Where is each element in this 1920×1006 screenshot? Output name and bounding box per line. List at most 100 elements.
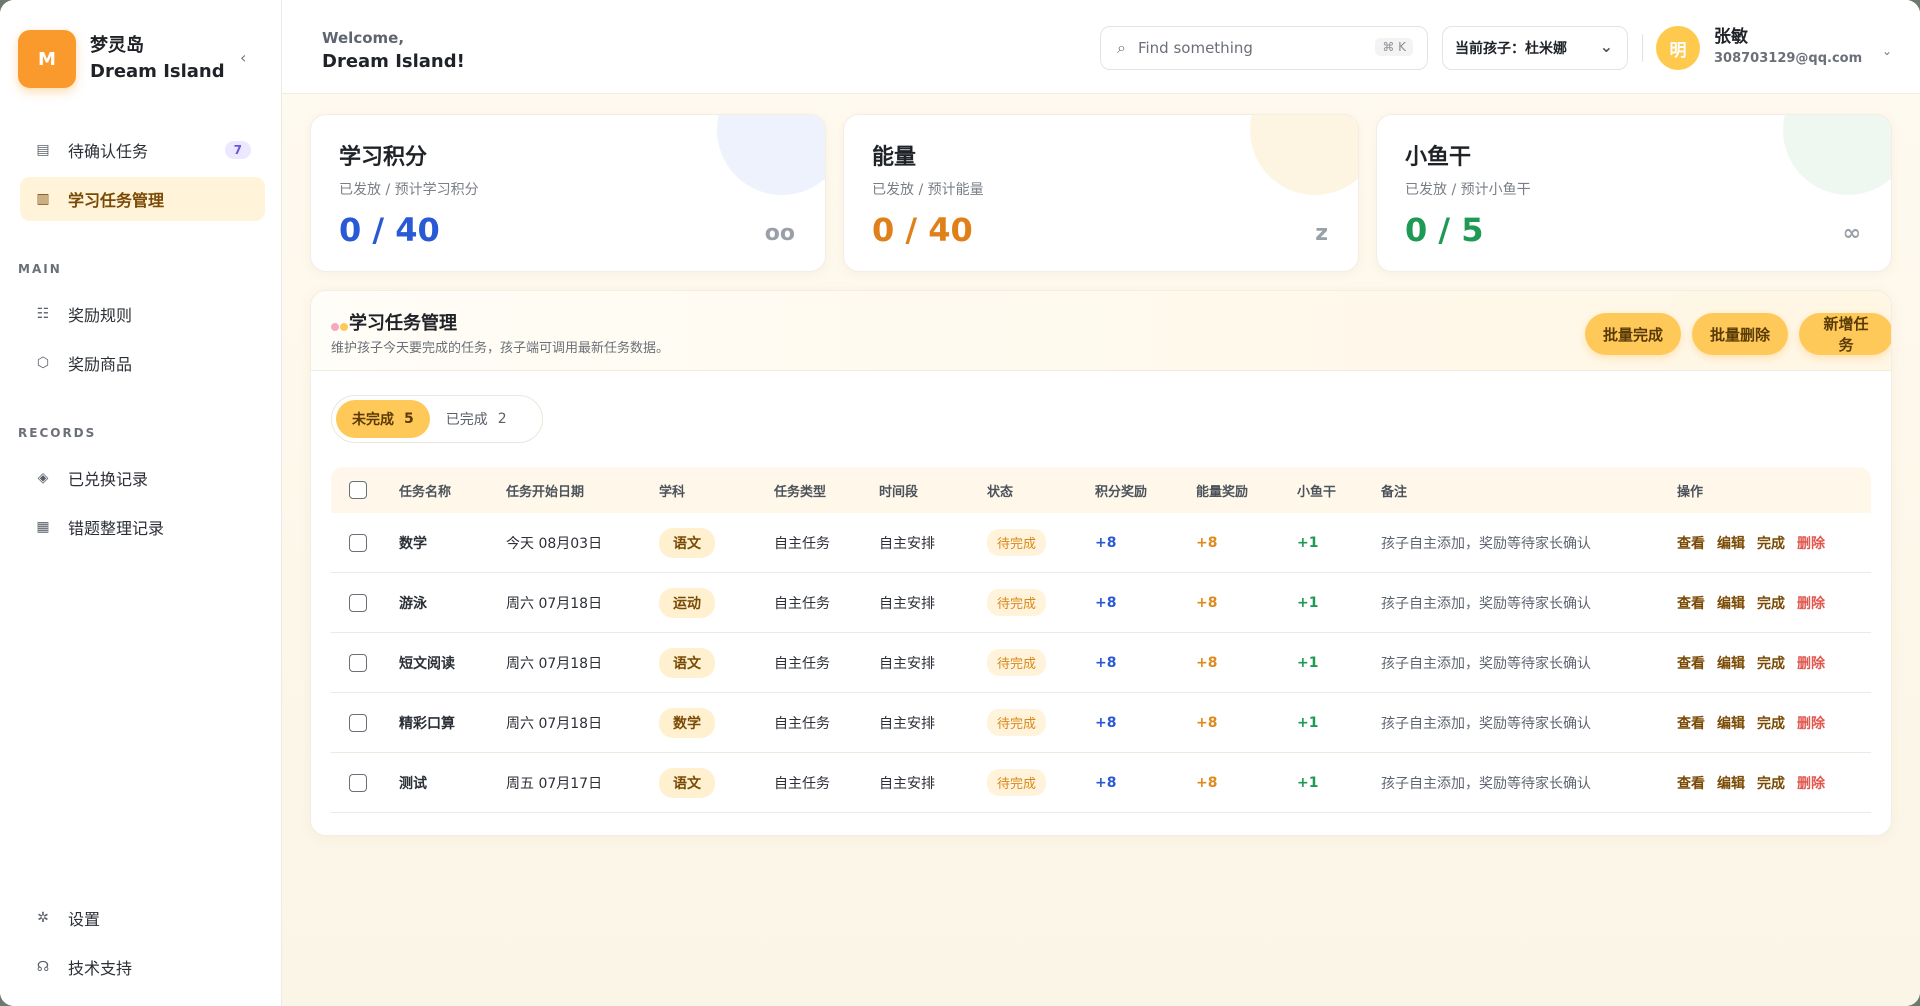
complete-button[interactable]: 完成 — [1757, 533, 1785, 553]
task-type: 自主任务 — [774, 775, 830, 792]
batch-delete-button[interactable]: 批量删除 — [1692, 313, 1789, 355]
tab-label: 未完成 — [352, 412, 394, 428]
tab-incomplete[interactable]: 未完成 5 — [336, 400, 430, 438]
status-badge: 待完成 — [987, 649, 1047, 676]
sidebar-item-mistake-records[interactable]: ▦ 错题整理记录 — [20, 505, 265, 549]
edit-button[interactable]: 编辑 — [1717, 713, 1745, 733]
table-row[interactable]: 短文阅读 周六 07月18日 语文 自主任务 自主安排 待完成 +8 +8 +1… — [331, 633, 1871, 693]
search-box[interactable]: ⌕ ⌘ K — [1100, 26, 1428, 70]
row-actions: 查看 编辑 完成 删除 — [1677, 513, 1837, 572]
complete-button[interactable]: 完成 — [1757, 653, 1785, 673]
sidebar-item-settings[interactable]: ✲ 设置 — [20, 896, 265, 940]
subject-tag: 数学 — [659, 707, 715, 738]
title-dots-icon — [331, 317, 349, 335]
task-period: 自主安排 — [879, 715, 935, 732]
add-task-button[interactable]: 新增任务 — [1799, 313, 1891, 355]
sidebar-item-redeemed-records[interactable]: ◈ 已兑换记录 — [20, 456, 265, 500]
sidebar-item-label: 设置 — [68, 910, 101, 929]
edit-button[interactable]: 编辑 — [1717, 773, 1745, 793]
stat-title: 学习积分 — [339, 145, 428, 170]
points-reward: +8 — [1095, 594, 1117, 611]
row-actions: 查看 编辑 完成 删除 — [1677, 693, 1837, 752]
user-info[interactable]: 张敏 308703129@qq.com — [1714, 26, 1862, 70]
sidebar-item-reward-rules[interactable]: ☷ 奖励规则 — [20, 292, 265, 336]
delete-button[interactable]: 删除 — [1797, 773, 1825, 793]
table-header: 任务名称 任务开始日期 学科 任务类型 时间段 状态 积分奖励 能量奖励 小鱼干… — [331, 467, 1871, 513]
stat-value: 0 / 5 — [1405, 211, 1484, 249]
section-label-main: MAIN — [18, 262, 62, 276]
edit-button[interactable]: 编辑 — [1717, 593, 1745, 613]
delete-button[interactable]: 删除 — [1797, 533, 1825, 553]
subject-tag: 运动 — [659, 587, 715, 618]
section-label-records: RECORDS — [18, 426, 97, 440]
sidebar-item-reward-products[interactable]: ⬡ 奖励商品 — [20, 341, 265, 385]
view-button[interactable]: 查看 — [1677, 773, 1705, 793]
delete-button[interactable]: 删除 — [1797, 593, 1825, 613]
status-tabs: 未完成 5 已完成 2 — [331, 395, 543, 443]
energy-reward: +8 — [1196, 534, 1218, 551]
task-note: 孩子自主添加，奖励等待家长确认 — [1381, 655, 1591, 672]
task-name: 精彩口算 — [399, 715, 455, 732]
select-all-checkbox[interactable] — [349, 481, 367, 499]
complete-button[interactable]: 完成 — [1757, 593, 1785, 613]
task-note: 孩子自主添加，奖励等待家长确认 — [1381, 715, 1591, 732]
status-badge: 待完成 — [987, 709, 1047, 736]
tab-count: 5 — [404, 411, 414, 427]
current-child-select[interactable]: 当前孩子：杜米娜 ⌄ — [1442, 26, 1628, 70]
row-checkbox[interactable] — [349, 653, 367, 672]
column-header: 备注 — [1381, 484, 1408, 500]
batch-complete-button[interactable]: 批量完成 — [1585, 313, 1682, 355]
user-menu-chevron-icon[interactable]: ⌄ — [1882, 44, 1892, 58]
edit-button[interactable]: 编辑 — [1717, 533, 1745, 553]
view-button[interactable]: 查看 — [1677, 593, 1705, 613]
view-button[interactable]: 查看 — [1677, 713, 1705, 733]
table-row[interactable]: 测试 周五 07月17日 语文 自主任务 自主安排 待完成 +8 +8 +1 孩… — [331, 753, 1871, 813]
complete-button[interactable]: 完成 — [1757, 773, 1785, 793]
brand-logo: M — [18, 30, 76, 88]
task-type: 自主任务 — [774, 715, 830, 732]
column-header: 小鱼干 — [1297, 484, 1337, 500]
task-name: 数学 — [399, 535, 427, 552]
decorative-circle — [1250, 115, 1358, 195]
panel-title: 学习任务管理 — [349, 313, 457, 334]
stat-mark-icon: oo — [764, 221, 795, 246]
column-header: 任务类型 — [774, 484, 827, 500]
row-checkbox[interactable] — [349, 593, 367, 612]
points-reward: +8 — [1095, 534, 1117, 551]
table-row[interactable]: 游泳 周六 07月18日 运动 自主任务 自主安排 待完成 +8 +8 +1 孩… — [331, 573, 1871, 633]
task-note: 孩子自主添加，奖励等待家长确认 — [1381, 775, 1591, 792]
task-date: 周五 07月17日 — [506, 775, 603, 792]
task-name: 游泳 — [399, 595, 427, 612]
column-header: 学科 — [659, 484, 686, 500]
delete-button[interactable]: 删除 — [1797, 713, 1825, 733]
task-note: 孩子自主添加，奖励等待家长确认 — [1381, 535, 1591, 552]
view-button[interactable]: 查看 — [1677, 533, 1705, 553]
sidebar-item-label: 技术支持 — [68, 959, 133, 978]
energy-reward: +8 — [1196, 654, 1218, 671]
sidebar-item-pending-tasks[interactable]: ▤ 待确认任务 7 — [20, 128, 265, 172]
status-badge: 待完成 — [987, 529, 1047, 556]
row-checkbox[interactable] — [349, 713, 367, 732]
sidebar-item-task-management[interactable]: ▥ 学习任务管理 — [20, 177, 265, 221]
table-row[interactable]: 数学 今天 08月03日 语文 自主任务 自主安排 待完成 +8 +8 +1 孩… — [331, 513, 1871, 573]
complete-button[interactable]: 完成 — [1757, 713, 1785, 733]
row-checkbox[interactable] — [349, 773, 367, 792]
tab-completed[interactable]: 已完成 2 — [430, 400, 523, 438]
table-row[interactable]: 精彩口算 周六 07月18日 数学 自主任务 自主安排 待完成 +8 +8 +1… — [331, 693, 1871, 753]
stat-mark-icon: z — [1315, 221, 1328, 246]
fish-reward: +1 — [1297, 714, 1319, 731]
sidebar-item-label: 已兑换记录 — [68, 470, 149, 489]
delete-button[interactable]: 删除 — [1797, 653, 1825, 673]
brand[interactable]: M 梦灵岛 Dream Island — [18, 30, 225, 88]
sidebar-item-support[interactable]: ☊ 技术支持 — [20, 945, 265, 989]
row-checkbox[interactable] — [349, 533, 367, 552]
energy-reward: +8 — [1196, 714, 1218, 731]
avatar[interactable]: 明 — [1656, 26, 1700, 70]
row-actions: 查看 编辑 完成 删除 — [1677, 633, 1837, 692]
column-header: 能量奖励 — [1196, 484, 1249, 500]
view-button[interactable]: 查看 — [1677, 653, 1705, 673]
edit-button[interactable]: 编辑 — [1717, 653, 1745, 673]
search-input[interactable] — [1137, 39, 1338, 57]
collapse-sidebar-icon[interactable]: ‹ — [240, 48, 246, 67]
task-type: 自主任务 — [774, 595, 830, 612]
